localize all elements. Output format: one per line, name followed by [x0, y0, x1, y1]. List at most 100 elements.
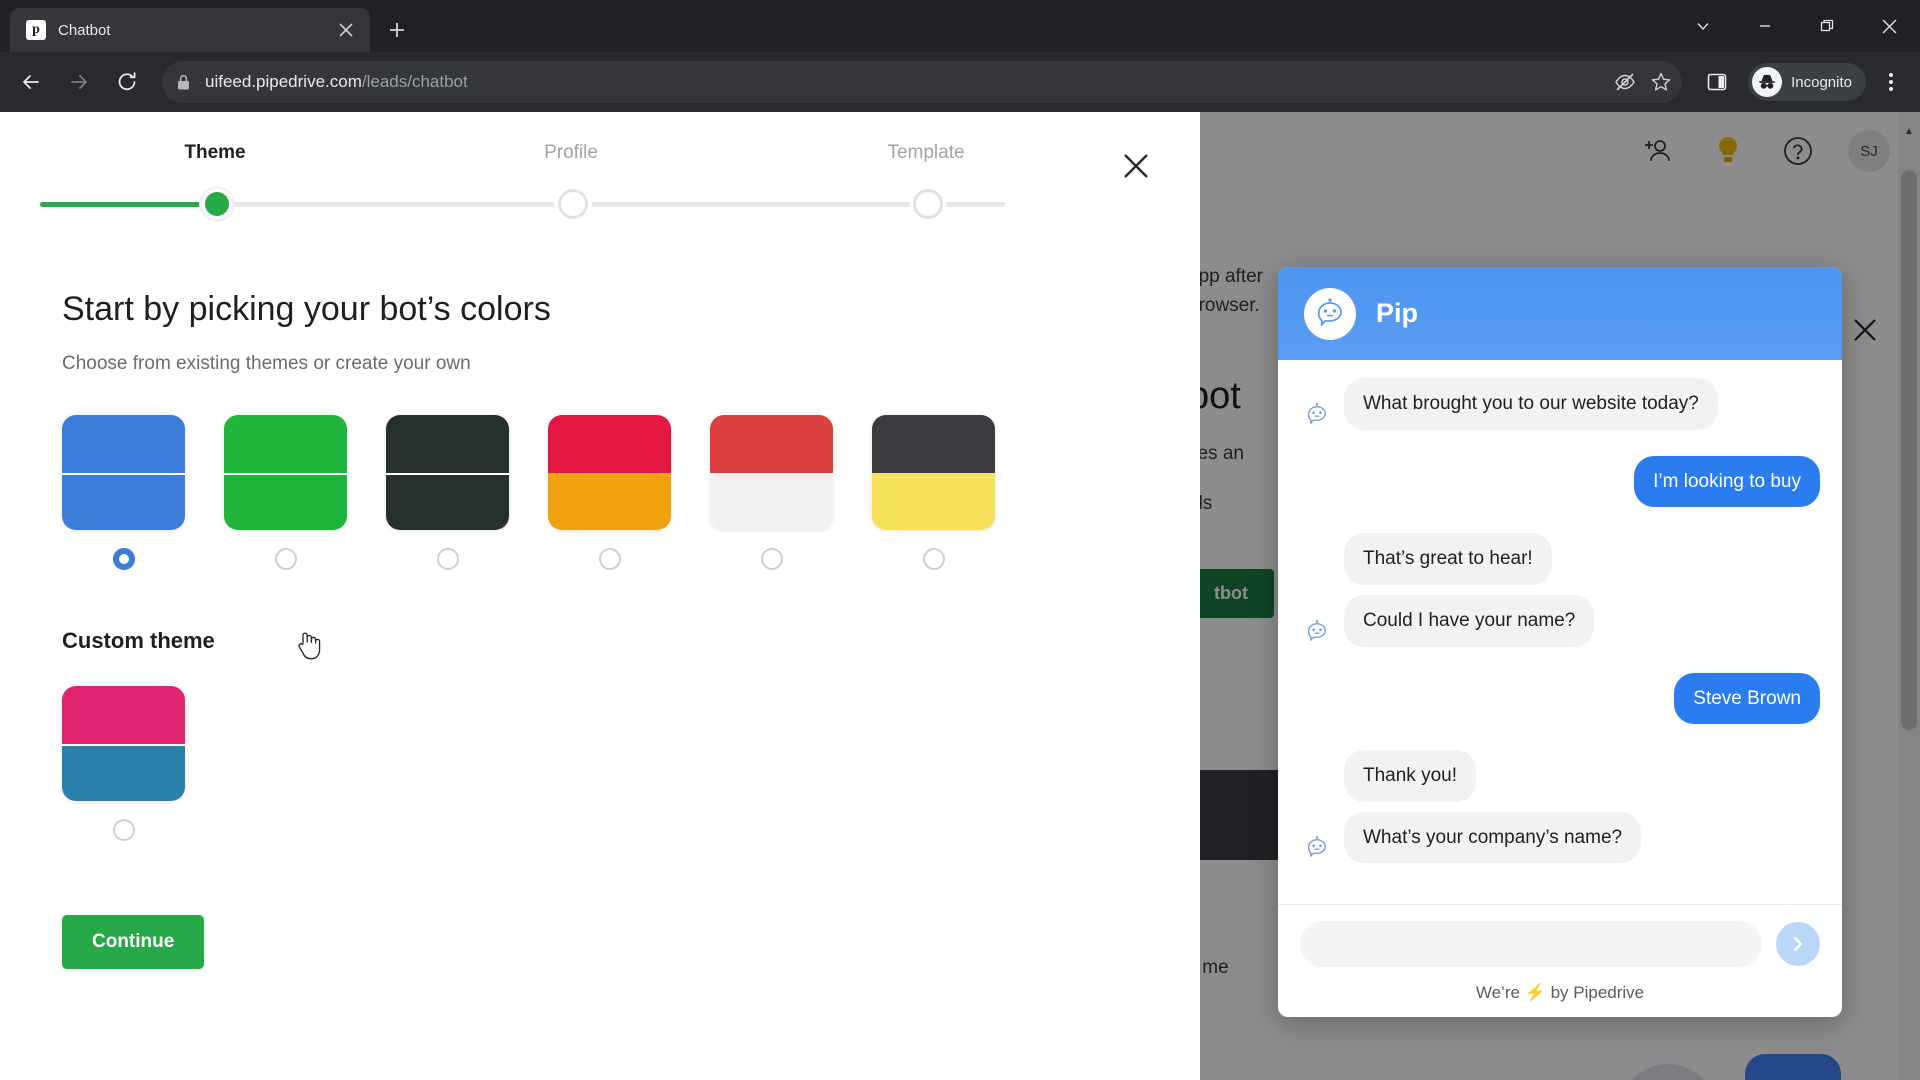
theme-radio-blue[interactable] — [112, 548, 135, 570]
wizard-stepper: Theme Profile Template — [0, 112, 1200, 232]
incognito-icon — [1752, 67, 1783, 97]
step-label-template[interactable]: Template — [887, 142, 964, 164]
chat-message-row: Could I have your name? — [1300, 594, 1820, 647]
chatbot-setup-modal: Theme Profile Template Start by picking … — [0, 112, 1200, 1080]
incognito-profile-button[interactable]: Incognito — [1748, 63, 1866, 101]
url-domain: uifeed.pipedrive.com — [205, 72, 362, 91]
theme-option-dark-yellow[interactable] — [872, 415, 995, 570]
theme-swatch[interactable] — [872, 415, 995, 530]
pipedrive-favicon: p — [26, 20, 46, 40]
chat-message-row: What’s your company’s name? — [1300, 811, 1820, 864]
chat-message-row: That’s great to hear! — [1300, 533, 1820, 585]
theme-swatch[interactable] — [710, 415, 833, 530]
browser-tab[interactable]: p Chatbot — [10, 8, 370, 52]
browser-toolbar: uifeed.pipedrive.com/leads/chatbot Incog… — [0, 52, 1920, 112]
theme-radio-dark-yellow[interactable] — [922, 548, 945, 570]
page-title: Start by picking your bot’s colors — [62, 290, 551, 328]
step-track — [0, 184, 1200, 224]
side-panel-icon[interactable] — [1696, 61, 1738, 103]
custom-theme-list — [62, 686, 1200, 841]
reload-icon[interactable] — [106, 61, 148, 103]
new-tab-button[interactable] — [380, 13, 414, 47]
step-dot-theme[interactable] — [202, 189, 232, 219]
theme-option-red-white[interactable] — [710, 415, 833, 570]
window-controls — [1672, 0, 1920, 52]
page-viewport: SJ app after browser. bot ses an als tbo… — [0, 112, 1920, 1080]
bot-avatar-icon — [1304, 287, 1356, 340]
chat-message-row: What brought you to our website today? — [1300, 378, 1820, 430]
theme-swatch[interactable] — [224, 415, 347, 530]
theme-radio-dark-slate[interactable] — [436, 548, 459, 570]
step-dot-profile[interactable] — [558, 189, 588, 219]
chat-bubble-bot: That’s great to hear! — [1344, 533, 1552, 585]
chat-bubble-user[interactable]: I’m looking to buy — [1634, 455, 1820, 508]
wizard-body: Start by picking your bot’s colors Choos… — [0, 232, 1200, 969]
continue-button[interactable]: Continue — [62, 915, 205, 969]
step-label-theme[interactable]: Theme — [184, 142, 245, 164]
chat-bubble-bot: Thank you! — [1344, 750, 1476, 802]
back-arrow-icon[interactable] — [10, 61, 52, 103]
chat-message-row: I’m looking to buy — [1300, 455, 1820, 508]
theme-swatch[interactable] — [386, 415, 509, 530]
page-subtitle: Choose from existing themes or create yo… — [62, 353, 471, 374]
custom-theme-heading: Custom theme — [62, 628, 215, 653]
chat-composer — [1300, 921, 1820, 967]
lightning-bolt-icon: ⚡ — [1524, 983, 1546, 1002]
theme-radio-green[interactable] — [274, 548, 297, 570]
eye-off-icon[interactable] — [1614, 71, 1636, 93]
chat-powered-by: We’re ⚡ by Pipedrive — [1300, 983, 1820, 1003]
window-close-icon[interactable] — [1858, 0, 1920, 52]
step-labels: Theme Profile Template — [0, 142, 1200, 172]
chat-message-row: Steve Brown — [1300, 672, 1820, 725]
tab-strip: p Chatbot — [0, 0, 1920, 52]
theme-radio-red-white[interactable] — [760, 548, 783, 570]
minimize-icon[interactable] — [1734, 0, 1796, 52]
url-text: uifeed.pipedrive.com/leads/chatbot — [205, 72, 468, 92]
chat-widget-preview: Pip What brought you to our website toda… — [1278, 267, 1842, 1017]
chat-bubble-bot: Could I have your name? — [1344, 594, 1595, 647]
lock-icon — [176, 74, 191, 91]
browser-window: p Chatbot uifeed.pipedrive.com/leads/cha… — [0, 0, 1920, 1080]
send-chevron-icon[interactable] — [1776, 922, 1820, 966]
bot-avatar-icon — [1300, 617, 1334, 647]
bot-avatar-icon — [1300, 833, 1334, 863]
theme-option-dark-slate[interactable] — [386, 415, 509, 570]
powered-suffix: by Pipedrive — [1550, 983, 1645, 1002]
incognito-label: Incognito — [1791, 73, 1852, 91]
kebab-menu-icon[interactable] — [1872, 61, 1910, 103]
chat-footer: We’re ⚡ by Pipedrive — [1278, 904, 1842, 1017]
theme-swatch[interactable] — [548, 415, 671, 530]
star-icon[interactable] — [1650, 71, 1672, 93]
chat-header: Pip — [1278, 267, 1842, 360]
omnibox-actions — [1614, 71, 1672, 93]
chat-bot-name: Pip — [1376, 298, 1419, 328]
theme-option-red-orange[interactable] — [548, 415, 671, 570]
chat-bubble-user[interactable]: Steve Brown — [1674, 672, 1820, 725]
tab-close-icon[interactable] — [334, 18, 358, 42]
chat-message-row: Thank you! — [1300, 750, 1820, 802]
bot-avatar-icon — [1300, 400, 1334, 430]
chat-message-input[interactable] — [1300, 921, 1762, 967]
chat-message-list: What brought you to our website today? I… — [1278, 360, 1842, 904]
step-dot-template[interactable] — [913, 189, 943, 219]
theme-swatch-list — [62, 415, 1200, 570]
wizard-close-icon[interactable] — [1114, 144, 1158, 188]
tab-title: Chatbot — [58, 21, 111, 39]
theme-swatch[interactable] — [62, 415, 185, 530]
chevron-down-icon[interactable] — [1672, 0, 1734, 52]
chat-bubble-bot: What’s your company’s name? — [1344, 811, 1642, 864]
chat-bubble-bot: What brought you to our website today? — [1344, 378, 1718, 430]
step-track-fill — [40, 202, 220, 207]
theme-radio-red-orange[interactable] — [598, 548, 621, 570]
custom-theme-swatch[interactable] — [62, 686, 185, 801]
theme-option-green[interactable] — [224, 415, 347, 570]
theme-option-blue[interactable] — [62, 415, 185, 570]
step-label-profile[interactable]: Profile — [544, 142, 598, 164]
theme-radio-custom[interactable] — [112, 819, 135, 841]
restore-icon[interactable] — [1796, 0, 1858, 52]
address-bar[interactable]: uifeed.pipedrive.com/leads/chatbot — [162, 61, 1683, 103]
forward-arrow-icon[interactable] — [58, 61, 100, 103]
theme-option-custom[interactable] — [62, 686, 185, 841]
url-path: /leads/chatbot — [361, 72, 468, 91]
powered-prefix: We’re — [1475, 983, 1520, 1002]
